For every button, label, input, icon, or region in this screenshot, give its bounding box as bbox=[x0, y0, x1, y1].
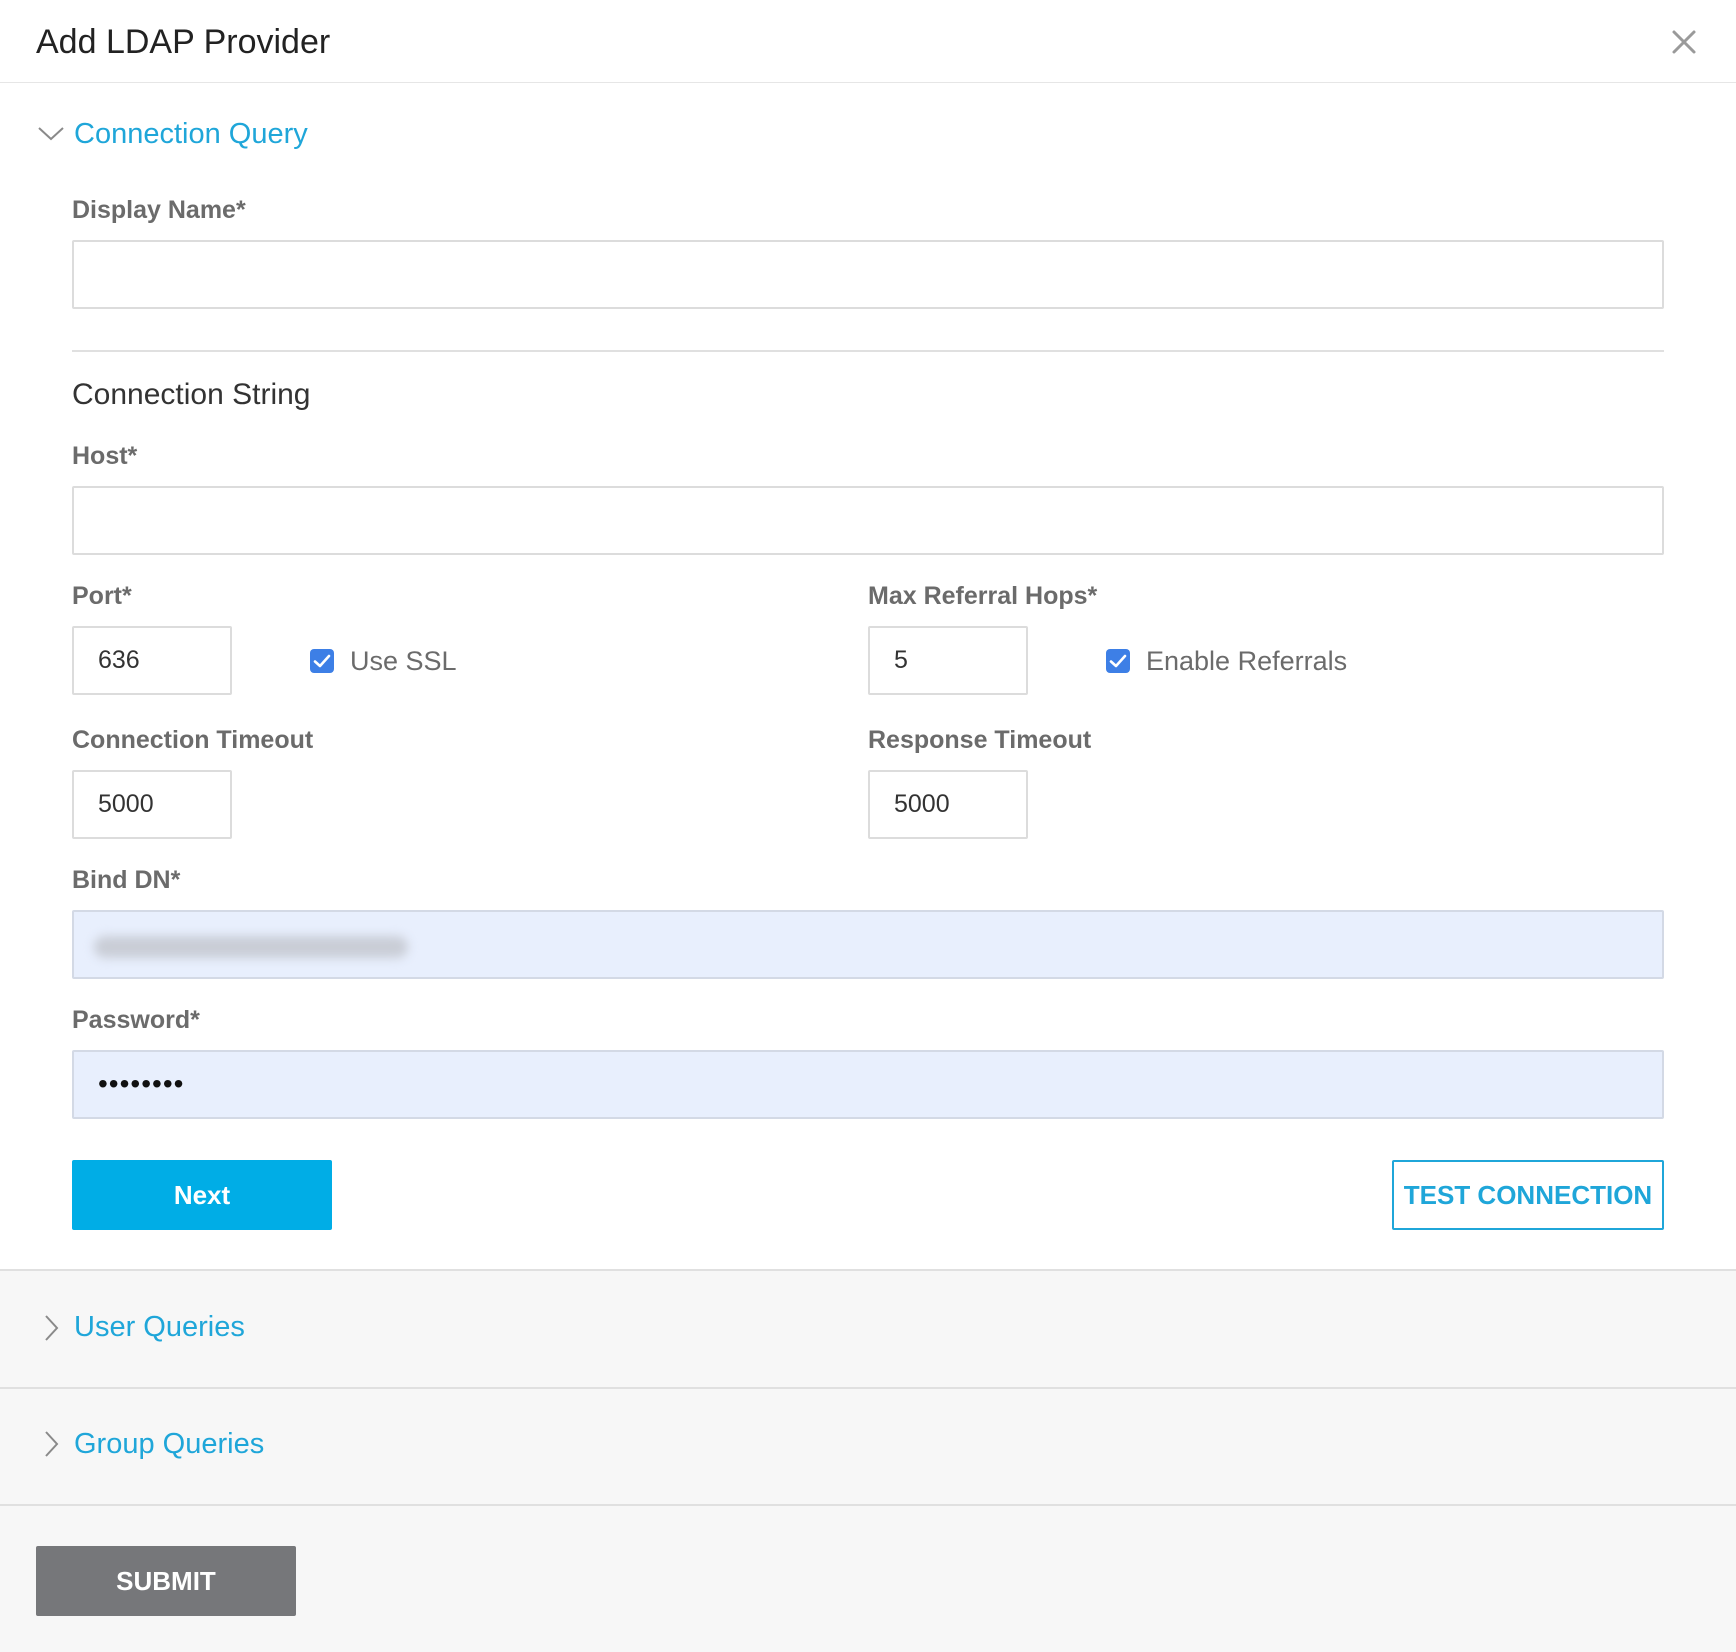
host-label: Host* bbox=[72, 442, 138, 470]
group-queries-title[interactable]: Group Queries bbox=[74, 1426, 264, 1462]
chevron-down-icon bbox=[36, 118, 66, 148]
user-queries-title[interactable]: User Queries bbox=[74, 1309, 245, 1345]
password-input[interactable]: •••••••• bbox=[72, 1050, 1664, 1119]
connection-query-header[interactable]: Connection Query bbox=[0, 114, 1736, 164]
chevron-right-icon bbox=[36, 1313, 66, 1343]
port-input[interactable]: 636 bbox=[72, 626, 232, 695]
group-queries-panel[interactable]: Group Queries bbox=[0, 1387, 1736, 1504]
add-ldap-provider-dialog: Add LDAP Provider Connection Query Displ… bbox=[0, 0, 1736, 1652]
password-label: Password* bbox=[72, 1006, 200, 1034]
obscured-value bbox=[94, 936, 408, 958]
dialog-title: Add LDAP Provider bbox=[36, 23, 331, 61]
use-ssl-checkbox[interactable]: Use SSL bbox=[310, 641, 510, 681]
connection-timeout-input[interactable]: 5000 bbox=[72, 770, 232, 839]
connection-timeout-label: Connection Timeout bbox=[72, 726, 314, 754]
max-referral-hops-input[interactable]: 5 bbox=[868, 626, 1028, 695]
response-timeout-label: Response Timeout bbox=[868, 726, 1092, 754]
host-input[interactable] bbox=[72, 486, 1664, 555]
port-label: Port* bbox=[72, 582, 132, 610]
response-timeout-input[interactable]: 5000 bbox=[868, 770, 1028, 839]
connection-query-title[interactable]: Connection Query bbox=[74, 116, 308, 152]
checkbox-checked-icon bbox=[1106, 649, 1130, 673]
chevron-right-icon bbox=[36, 1429, 66, 1459]
connection-string-heading: Connection String bbox=[72, 378, 311, 411]
max-referral-hops-label: Max Referral Hops* bbox=[868, 582, 1098, 610]
bind-dn-input[interactable] bbox=[72, 910, 1664, 979]
bind-dn-label: Bind DN* bbox=[72, 866, 181, 894]
enable-referrals-label: Enable Referrals bbox=[1146, 646, 1348, 676]
display-name-label: Display Name* bbox=[72, 196, 246, 224]
submit-button[interactable]: SUBMIT bbox=[36, 1546, 296, 1616]
test-connection-button[interactable]: TEST CONNECTION bbox=[1392, 1160, 1664, 1230]
display-name-input[interactable] bbox=[72, 240, 1664, 309]
enable-referrals-checkbox[interactable]: Enable Referrals bbox=[1106, 641, 1366, 681]
checkbox-checked-icon bbox=[310, 649, 334, 673]
use-ssl-label: Use SSL bbox=[350, 646, 457, 676]
dialog-header: Add LDAP Provider bbox=[0, 0, 1736, 83]
next-button[interactable]: Next bbox=[72, 1160, 332, 1230]
user-queries-panel[interactable]: User Queries bbox=[0, 1269, 1736, 1387]
close-icon[interactable] bbox=[1666, 24, 1702, 60]
section-divider bbox=[72, 350, 1664, 352]
dialog-footer: SUBMIT bbox=[0, 1504, 1736, 1652]
